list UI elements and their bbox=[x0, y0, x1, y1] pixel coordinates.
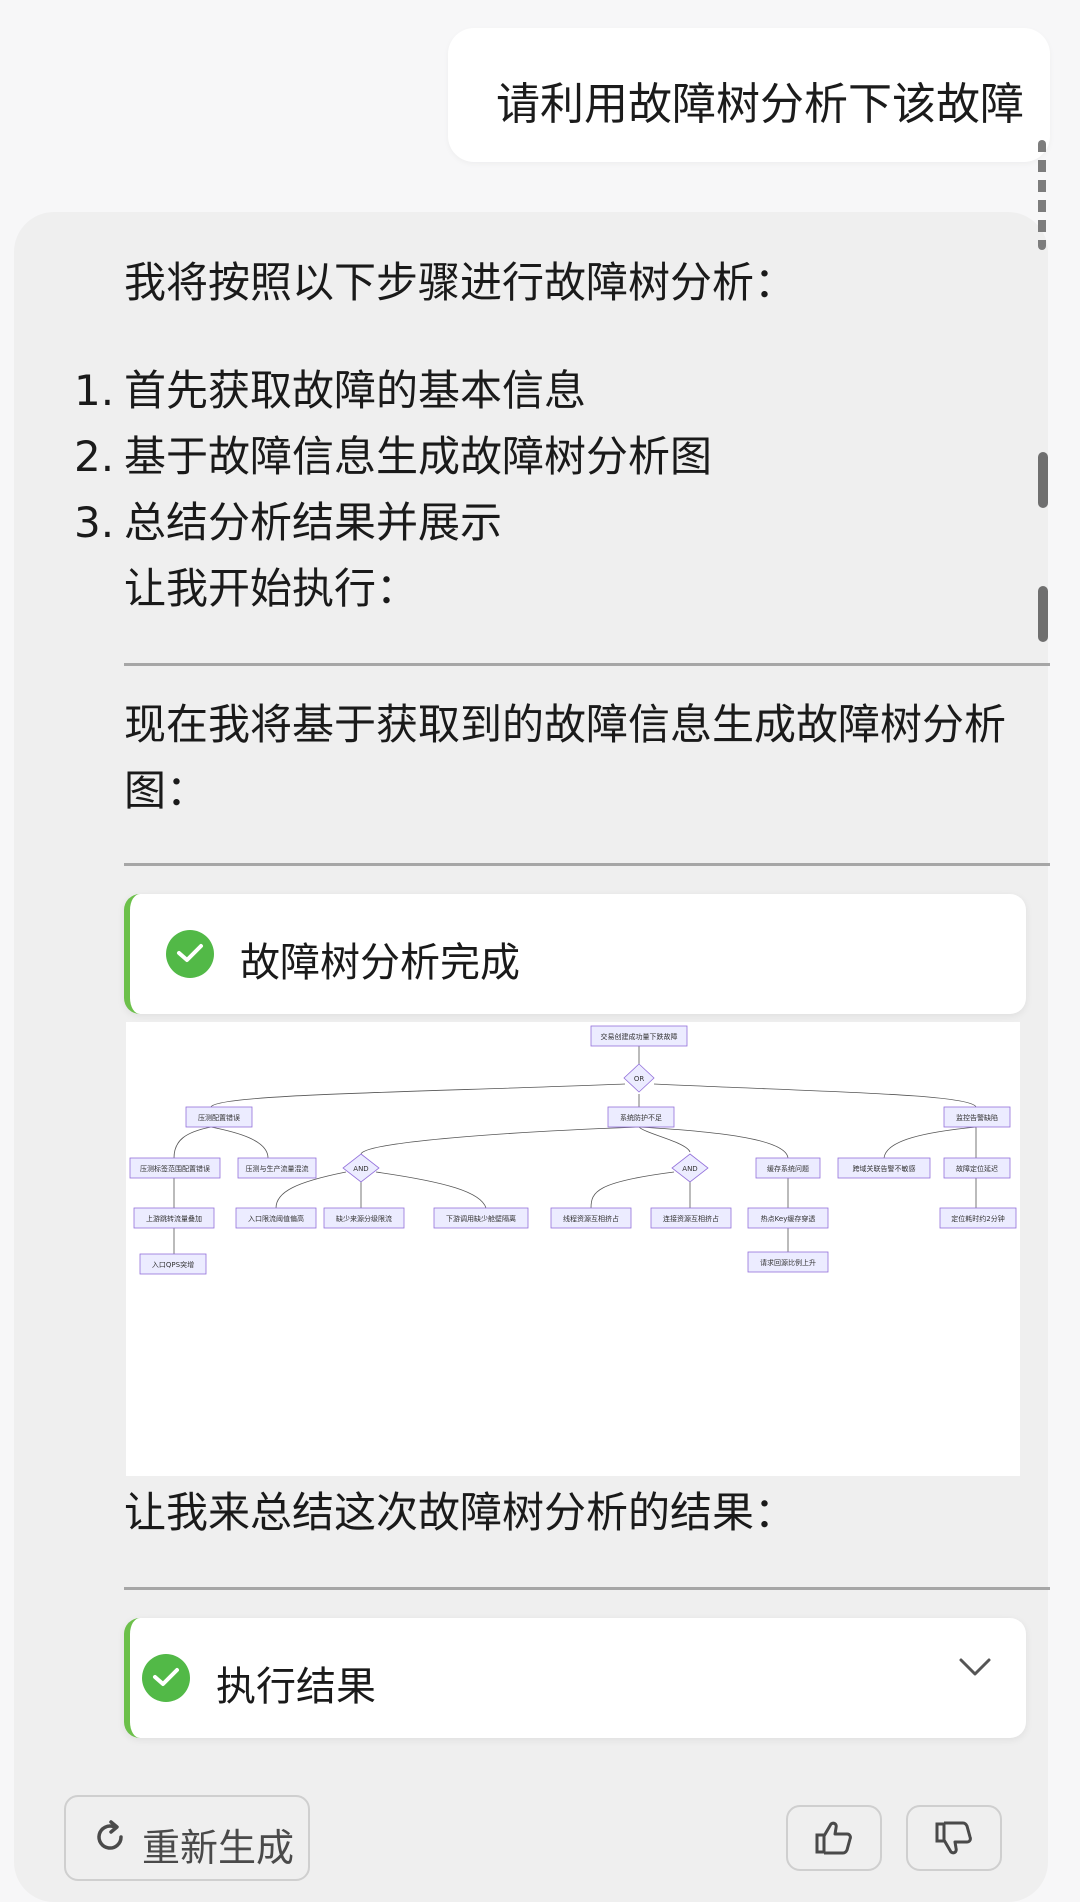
tree-edge bbox=[173, 1126, 212, 1159]
tree-node-label: 入口QPS突增 bbox=[152, 1260, 194, 1269]
tree-node-label: 上游跳转流量叠加 bbox=[146, 1214, 202, 1223]
step-number: 2. bbox=[74, 432, 115, 481]
tree-edge bbox=[590, 1171, 675, 1209]
like-button[interactable] bbox=[786, 1805, 882, 1871]
step-number: 3. bbox=[74, 498, 115, 547]
tree-edge bbox=[638, 1126, 789, 1159]
user-message-text: 请利用故障树分析下该故障 bbox=[496, 79, 1024, 130]
tree-edge bbox=[638, 1126, 691, 1153]
tree-edge bbox=[210, 1126, 269, 1159]
start-text: 让我开始执行： bbox=[124, 564, 419, 613]
regenerate-button[interactable]: 重新生成 bbox=[64, 1795, 310, 1881]
tree-edge bbox=[360, 1126, 640, 1155]
chevron-down-icon[interactable] bbox=[958, 1656, 992, 1682]
step-number: 1. bbox=[74, 366, 115, 415]
tree-edge bbox=[883, 1126, 977, 1159]
fault-tree-svg: 交易创建成功量下跌故障 OR 压测配置错误 系统防护不足 监控告警缺陷 压测标签… bbox=[129, 1025, 1017, 1275]
tree-node-label: 交易创建成功量下跌故障 bbox=[601, 1032, 678, 1041]
fault-tree-diagram[interactable]: 交易创建成功量下跌故障 OR 压测配置错误 系统防护不足 监控告警缺陷 压测标签… bbox=[126, 1022, 1020, 1476]
tree-node-label: 压测标签范围配置错误 bbox=[140, 1164, 210, 1173]
check-circle-icon bbox=[142, 1654, 190, 1702]
tree-node-label: 缺少来源分级限流 bbox=[336, 1214, 392, 1223]
tree-node-label: 跨域关联告警不敏感 bbox=[853, 1164, 916, 1173]
refresh-icon bbox=[92, 1819, 128, 1859]
step-text: 总结分析结果并展示 bbox=[124, 498, 503, 547]
summary-text: 让我来总结这次故障树分析的结果： bbox=[124, 1488, 797, 1537]
tree-node-label: 压测与生产流量混流 bbox=[246, 1164, 309, 1173]
tool-status-card[interactable]: 故障树分析完成 bbox=[124, 894, 1026, 1014]
tree-node-label: 系统防护不足 bbox=[620, 1113, 662, 1122]
tree-gate-label: OR bbox=[634, 1075, 645, 1083]
intro-text: 我将按照以下步骤进行故障树分析： bbox=[124, 258, 797, 307]
regenerate-label: 重新生成 bbox=[142, 1826, 295, 1870]
generate-text: 现在我将基于获取到的故障信息生成故障树分析 bbox=[124, 700, 1007, 749]
scroll-marker bbox=[1038, 452, 1048, 508]
tree-node-label: 故障定位延迟 bbox=[956, 1164, 998, 1173]
tree-node-label: 缓存系统问题 bbox=[767, 1164, 809, 1173]
tree-node-label: 定位耗时约2分钟 bbox=[951, 1214, 1004, 1223]
scroll-indicator bbox=[1038, 140, 1046, 250]
check-circle-icon bbox=[166, 930, 214, 978]
step-text: 首先获取故障的基本信息 bbox=[124, 366, 587, 415]
divider bbox=[124, 1587, 1050, 1590]
tree-node-label: 压测配置错误 bbox=[198, 1113, 240, 1122]
step-text: 基于故障信息生成故障树分析图 bbox=[124, 432, 713, 481]
tree-node-label: 下游调用缺少舱壁隔离 bbox=[446, 1214, 516, 1223]
execution-result-label: 执行结果 bbox=[216, 1664, 376, 1710]
divider bbox=[124, 863, 1050, 866]
tree-gate-label: AND bbox=[682, 1165, 697, 1173]
tree-node-label: 线程资源互相挤占 bbox=[563, 1214, 619, 1223]
tree-edge bbox=[375, 1171, 487, 1209]
generate-text-cont: 图： bbox=[124, 766, 209, 815]
tree-edge bbox=[653, 1083, 977, 1108]
tool-status-label: 故障树分析完成 bbox=[240, 940, 520, 986]
tree-node-label: 热点Key缓存穿透 bbox=[761, 1214, 816, 1223]
tree-node-label: 请求回源比例上升 bbox=[760, 1258, 816, 1267]
divider bbox=[124, 663, 1050, 666]
user-message-bubble: 请利用故障树分析下该故障 bbox=[448, 28, 1050, 162]
tree-node-label: 监控告警缺陷 bbox=[956, 1113, 998, 1122]
thumbs-down-icon bbox=[934, 1820, 974, 1860]
execution-result-card[interactable]: 执行结果 bbox=[124, 1618, 1026, 1738]
tree-gate-label: AND bbox=[353, 1165, 368, 1173]
scroll-marker bbox=[1038, 586, 1048, 642]
tree-node-label: 连接资源互相挤占 bbox=[663, 1214, 719, 1223]
tree-edge bbox=[210, 1083, 626, 1108]
thumbs-up-icon bbox=[814, 1820, 854, 1860]
tree-node-label: 入口限流阈值偏高 bbox=[248, 1214, 304, 1223]
dislike-button[interactable] bbox=[906, 1805, 1002, 1871]
